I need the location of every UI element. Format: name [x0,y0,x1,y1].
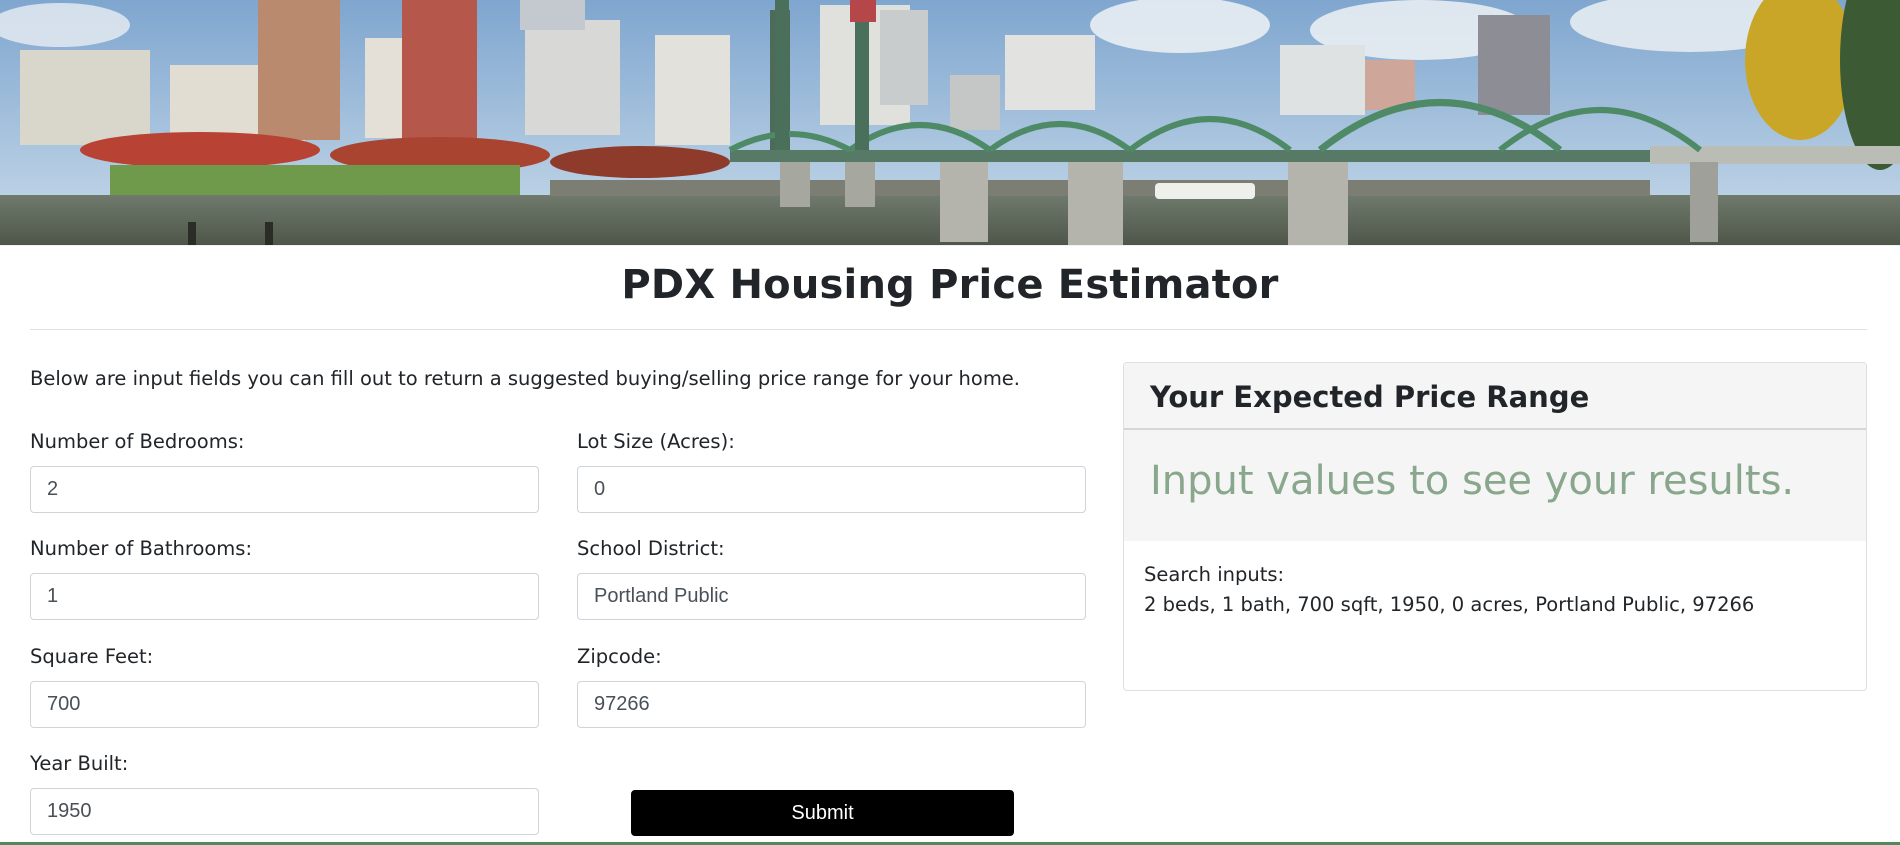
search-inputs-label: Search inputs: [1144,563,1285,586]
page-title: PDX Housing Price Estimator [621,262,1279,308]
bathrooms-input[interactable] [30,573,539,620]
year-built-input[interactable] [30,788,539,835]
title-divider [30,329,1867,330]
square-feet-input[interactable] [30,681,539,728]
bathrooms-label: Number of Bathrooms: [30,537,253,560]
header-banner-image [0,0,1900,245]
price-range-card: Your Expected Price Range Input values t… [1123,362,1867,691]
bedrooms-input[interactable] [30,466,539,513]
card-header: Your Expected Price Range [1124,363,1866,430]
bedrooms-label: Number of Bedrooms: [30,430,245,453]
zipcode-input[interactable] [577,681,1086,728]
year-built-label: Year Built: [30,752,129,775]
intro-text: Below are input fields you can fill out … [30,367,1021,390]
submit-button[interactable]: Submit [631,790,1014,836]
school-district-label: School District: [577,537,725,560]
zipcode-label: Zipcode: [577,645,662,668]
school-district-input[interactable] [577,573,1086,620]
search-inputs-summary: 2 beds, 1 bath, 700 sqft, 1950, 0 acres,… [1144,593,1755,616]
banner-bottom-edge [0,245,1900,246]
lot-size-label: Lot Size (Acres): [577,430,735,453]
square-feet-label: Square Feet: [30,645,154,668]
result-message: Input values to see your results. [1150,458,1795,504]
card-title: Your Expected Price Range [1150,380,1590,414]
portland-skyline-illustration [0,0,1900,245]
lot-size-input[interactable] [577,466,1086,513]
